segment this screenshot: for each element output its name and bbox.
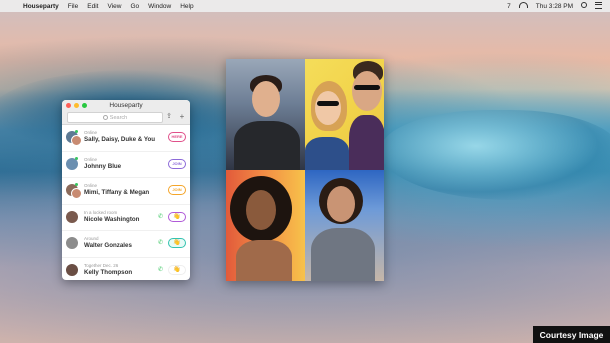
courtesy-watermark: Courtesy Image	[533, 326, 610, 343]
video-chat-window	[226, 59, 384, 281]
face	[352, 71, 382, 111]
avatar	[66, 210, 78, 223]
row-name: Nicole Washington	[84, 215, 140, 223]
search-input[interactable]: Search	[67, 112, 163, 123]
search-placeholder: Search	[109, 114, 128, 121]
wallpaper-wave-crest	[380, 110, 610, 200]
menu-app-name[interactable]: Houseparty	[23, 3, 59, 10]
online-status-dot	[75, 130, 78, 133]
phone-icon[interactable]: ✆	[158, 266, 163, 273]
row-status: Around	[84, 236, 99, 241]
add-friend-icon[interactable]: +	[177, 112, 187, 121]
row-name: Kelly Thompson	[84, 268, 133, 276]
window-title: Houseparty	[109, 101, 143, 109]
houseparty-toolbar: Search ⇪ +	[62, 110, 190, 125]
wave-button[interactable]: 👋	[168, 211, 186, 222]
video-tile[interactable]	[226, 170, 305, 281]
menu-window[interactable]: Window	[148, 3, 171, 10]
sunglasses	[354, 85, 380, 90]
shirt	[349, 115, 384, 170]
row-status: Online	[84, 156, 98, 162]
menu-edit[interactable]: Edit	[87, 3, 98, 10]
shoulders	[236, 240, 292, 281]
menu-file[interactable]: File	[68, 3, 78, 10]
row-name: Mimi, Tiffany & Megan	[84, 189, 150, 196]
wave-button[interactable]: 👋	[168, 264, 186, 275]
spotlight-icon[interactable]	[581, 2, 587, 10]
avatar	[66, 237, 78, 249]
face	[315, 91, 341, 125]
video-tile[interactable]	[226, 59, 305, 170]
face	[327, 186, 355, 222]
video-tile[interactable]	[305, 59, 384, 170]
list-item[interactable]: Around Walter Gonzales ✆ 👋	[62, 231, 190, 258]
shirt	[305, 137, 349, 170]
menu-bar: Houseparty File Edit View Go Window Help…	[0, 0, 610, 12]
row-status: Online	[84, 130, 98, 135]
list-item[interactable]: Together Dec. 26 Kelly Thompson ✆ 👋	[62, 258, 190, 281]
phone-icon[interactable]: ✆	[158, 213, 163, 220]
list-item[interactable]: Online Sally, Daisy, Duke & You HERE	[62, 125, 190, 152]
face	[246, 190, 276, 230]
phone-icon[interactable]: ✆	[158, 239, 163, 246]
face	[252, 81, 280, 117]
video-tile[interactable]	[305, 170, 384, 281]
window-titlebar[interactable]: Houseparty	[62, 100, 190, 110]
houseparty-window: Houseparty Search ⇪ + Online Sally, Dais…	[62, 100, 190, 280]
wave-button[interactable]: 👋	[168, 238, 186, 248]
online-status-dot	[75, 183, 78, 186]
row-name: Johnny Blue	[84, 162, 122, 170]
search-icon	[102, 115, 108, 120]
list-item[interactable]: Online Mimi, Tiffany & Megan JOIN	[62, 178, 190, 205]
status-count[interactable]: 7	[507, 3, 511, 10]
here-button[interactable]: HERE	[168, 132, 186, 142]
avatar	[66, 263, 78, 276]
wifi-icon[interactable]	[518, 2, 528, 10]
menu-help[interactable]: Help	[180, 3, 193, 10]
join-button[interactable]: JOIN	[168, 185, 186, 195]
row-name: Sally, Daisy, Duke & You	[84, 136, 156, 143]
menu-view[interactable]: View	[107, 3, 121, 10]
row-status: Together Dec. 26	[84, 262, 119, 268]
list-item[interactable]: Online Johnny Blue JOIN	[62, 152, 190, 178]
clock[interactable]: Thu 3:28 PM	[536, 3, 573, 10]
online-status-dot	[75, 156, 78, 160]
notification-center-icon[interactable]	[595, 1, 602, 11]
sweater	[311, 228, 375, 281]
list-item[interactable]: In a locked room Nicole Washington ✆ 👋	[62, 205, 190, 231]
join-button[interactable]: JOIN	[168, 158, 186, 169]
menu-go[interactable]: Go	[130, 3, 139, 10]
shirt	[234, 121, 300, 170]
row-status: In a locked room	[84, 209, 118, 215]
row-name: Walter Gonzales	[84, 242, 132, 249]
share-icon[interactable]: ⇪	[164, 112, 174, 121]
row-status: Online	[84, 183, 98, 188]
sunglasses	[317, 101, 339, 106]
